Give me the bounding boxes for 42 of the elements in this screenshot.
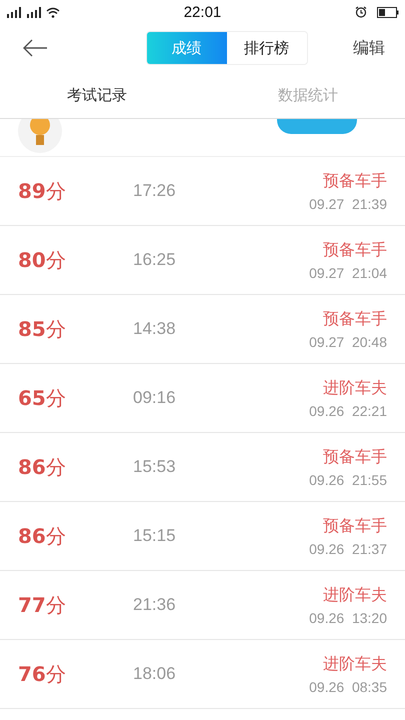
score-text: 86分 xyxy=(18,522,67,550)
duration-text: 21:36 xyxy=(133,595,177,615)
back-arrow-icon xyxy=(22,39,48,57)
duration-text: 17:26 xyxy=(133,181,177,201)
edit-button[interactable]: 编辑 xyxy=(353,38,385,58)
level-text: 进阶车夫 xyxy=(323,654,387,674)
signal-icon xyxy=(6,6,22,18)
alarm-icon xyxy=(354,6,367,18)
score-text: 80分 xyxy=(18,246,67,274)
date-text: 09.26 08:35 xyxy=(309,678,387,694)
tab[interactable]: 考试记录 xyxy=(0,72,202,118)
battery-icon xyxy=(376,6,399,18)
duration-text: 14:38 xyxy=(133,319,177,339)
date-text: 09.27 20:48 xyxy=(309,334,387,350)
level-text: 预备车手 xyxy=(323,240,387,260)
duration-text: 09:16 xyxy=(133,388,177,408)
back-button[interactable] xyxy=(22,39,48,57)
wifi-icon xyxy=(46,6,60,18)
score-text: 89分 xyxy=(18,178,67,204)
signal-icon xyxy=(26,6,42,18)
duration-text: 15:53 xyxy=(133,457,177,477)
score-text: 77分 xyxy=(18,592,67,618)
level-text: 预备车手 xyxy=(323,308,387,330)
level-text: 进阶车夫 xyxy=(323,378,387,398)
score-text: 76分 xyxy=(18,660,67,688)
duration-text: 16:25 xyxy=(133,250,177,270)
date-text: 09.26 13:20 xyxy=(309,610,387,626)
date-text: 09.27 21:04 xyxy=(309,264,387,280)
status-time: 22:01 xyxy=(184,4,222,20)
date-text: 09.26 22:21 xyxy=(309,402,387,418)
level-text: 进阶车夫 xyxy=(323,584,387,606)
date-text: 09.26 21:37 xyxy=(309,540,387,556)
level-text: 预备车手 xyxy=(323,446,387,468)
date-text: 09.26 21:55 xyxy=(309,472,387,488)
level-text: 预备车手 xyxy=(323,516,387,536)
score-text: 86分 xyxy=(18,454,67,480)
score-text: 65分 xyxy=(18,384,67,412)
duration-text: 18:06 xyxy=(133,664,177,684)
level-text: 预备车手 xyxy=(323,170,387,192)
duration-text: 15:15 xyxy=(133,526,177,546)
score-text: 85分 xyxy=(18,316,67,342)
date-text: 09.27 21:39 xyxy=(309,196,387,212)
